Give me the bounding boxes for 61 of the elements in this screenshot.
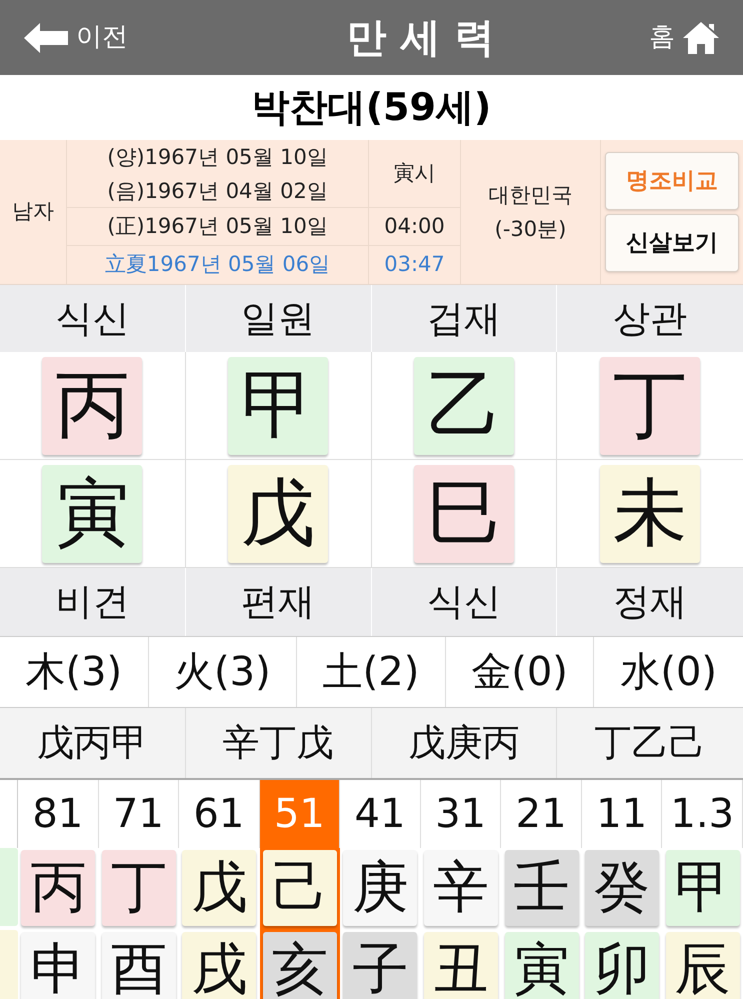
hidden-stems: 丁乙己	[594, 720, 706, 766]
luck-branch-tile: 亥	[262, 932, 337, 999]
corrected-date: (正)1967년 05월 10일	[107, 212, 328, 240]
luck-stem-tile: 甲	[666, 850, 740, 926]
luck-stem-tile: 丁	[102, 850, 176, 926]
home-button[interactable]: 홈	[648, 18, 719, 57]
birth-time: 04:00	[384, 212, 445, 240]
element-count: 木(3)	[25, 648, 122, 697]
hidden-stems: 戊丙甲	[36, 720, 148, 766]
hidden-stems: 辛丁戊	[222, 720, 334, 766]
element-count: 土(2)	[322, 648, 420, 697]
luck-branch-tile: 子	[343, 932, 418, 999]
luck-stem-tile: 壬	[504, 850, 579, 926]
back-button[interactable]: 이전	[24, 18, 128, 57]
luck-branch-tile: 丑	[424, 932, 498, 999]
time-offset: (-30분)	[494, 216, 566, 243]
earthly-branch-tile: 寅	[42, 464, 142, 562]
luck-branch-tile: 卯	[585, 932, 660, 999]
ten-god-label: 편재	[241, 579, 316, 626]
gender-label: 남자	[12, 198, 54, 226]
ten-god-label: 식신	[426, 579, 501, 626]
ten-god-label: 상관	[613, 296, 688, 342]
ten-god-label: 비견	[55, 579, 130, 626]
ten-god-label: 일원	[241, 296, 316, 342]
screen-title: 만 세 력	[346, 14, 494, 62]
luck-stem-tile: 丙	[21, 850, 96, 926]
partial-tile	[0, 930, 18, 999]
luck-branch-tile: 酉	[102, 932, 176, 999]
luck-stem-tile: 辛	[424, 850, 498, 926]
hour-pillar: 寅시	[394, 160, 436, 187]
luck-branch-tile: 辰	[666, 932, 740, 999]
ten-god-label: 정재	[613, 579, 688, 626]
solar-date: (양)1967년 05월 10일	[107, 144, 328, 170]
ten-god-label: 겁재	[426, 296, 501, 342]
heavenly-stem-tile: 丁	[600, 356, 700, 454]
earthly-branch-tile: 未	[600, 464, 700, 562]
hidden-stems: 戊庚丙	[408, 720, 520, 766]
element-count: 水(0)	[620, 648, 718, 697]
earthly-branch-tile: 巳	[414, 464, 514, 562]
action-button[interactable]: 신살보기	[605, 214, 739, 272]
luck-branch-tile: 申	[21, 932, 96, 999]
element-count: 火(3)	[174, 648, 271, 697]
person-name: 박찬대(59세)	[252, 84, 492, 131]
luck-stem-tile: 庚	[343, 850, 418, 926]
luck-branch-tile: 戌	[182, 932, 256, 999]
back-arrow-icon	[24, 22, 68, 52]
luck-stem-tile: 戊	[182, 850, 256, 926]
heavenly-stem-tile: 丙	[42, 356, 142, 454]
element-count: 金(0)	[471, 648, 568, 697]
lunar-date: (음)1967년 04월 02일	[107, 178, 328, 204]
luck-branch-tile: 寅	[504, 932, 579, 999]
luck-stem-tile: 己	[262, 850, 337, 926]
heavenly-stem-tile: 乙	[414, 356, 514, 454]
earthly-branch-tile: 戊	[228, 464, 328, 562]
home-icon	[682, 22, 719, 54]
heavenly-stem-tile: 甲	[228, 356, 328, 454]
solar-term-time: 03:47	[384, 251, 445, 278]
solar-term-date: 立夏1967년 05월 06일	[104, 251, 330, 278]
ten-god-label: 식신	[55, 296, 130, 342]
birth-place: 대한민국	[488, 182, 572, 209]
luck-stem-tile: 癸	[585, 850, 660, 926]
